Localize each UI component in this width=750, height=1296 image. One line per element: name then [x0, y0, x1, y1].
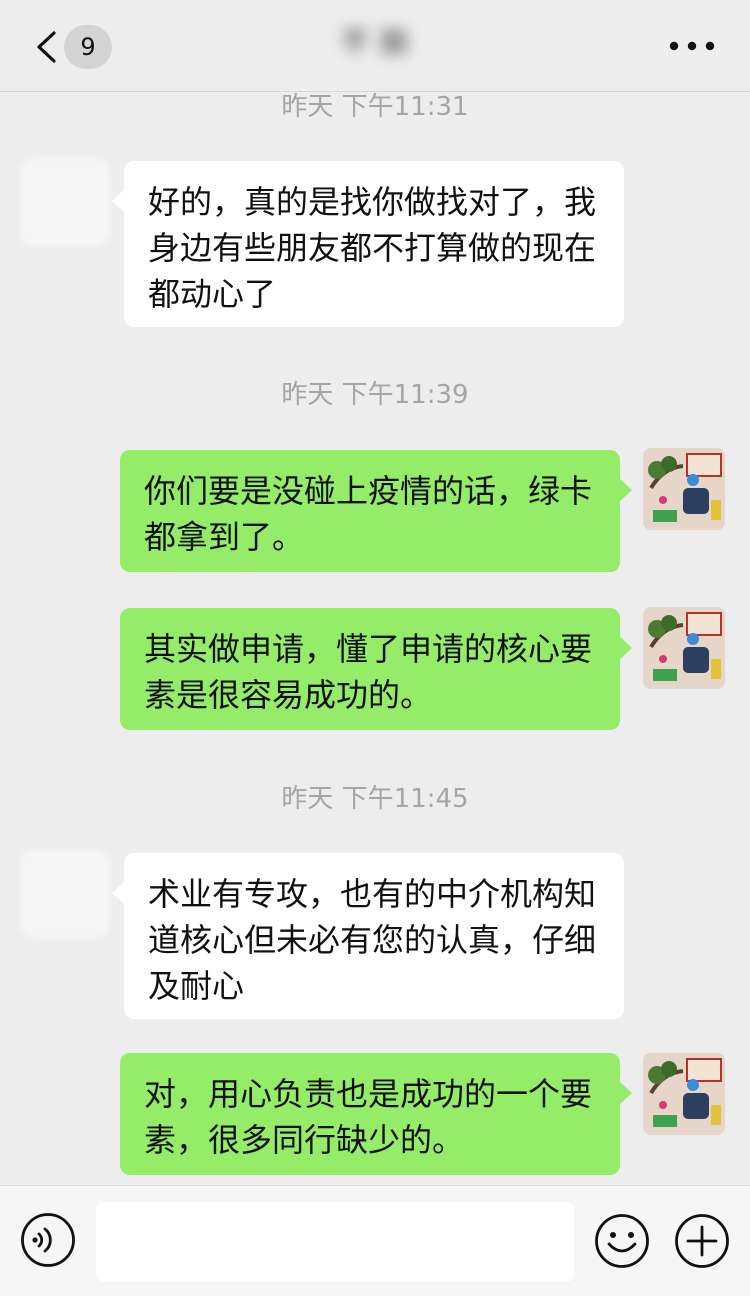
avatar-photo-icon: [643, 1053, 725, 1135]
contact-avatar[interactable]: [24, 161, 106, 243]
voice-button[interactable]: [20, 1212, 76, 1268]
my-avatar[interactable]: [643, 448, 725, 530]
chat-title: 芊 酿: [340, 26, 410, 61]
avatar-photo-icon: [643, 607, 725, 689]
emoji-icon: [595, 1214, 649, 1268]
contact-avatar[interactable]: [24, 853, 106, 935]
emoji-button[interactable]: [594, 1213, 650, 1269]
message-bubble-outgoing[interactable]: 对，用心负责也是成功的一个要素，很多同行缺少的。: [120, 1053, 632, 1175]
message-bubble-outgoing[interactable]: 其实做申请，懂了申请的核心要素是很容易成功的。: [120, 608, 632, 730]
timestamp: 昨天 下午11:31: [281, 92, 469, 122]
plus-button[interactable]: [674, 1213, 730, 1269]
my-avatar[interactable]: [643, 607, 725, 689]
message-bubble-outgoing[interactable]: 你们要是没碰上疫情的话，绿卡都拿到了。: [120, 450, 632, 572]
more-button[interactable]: [662, 28, 722, 64]
message-bubble-incoming[interactable]: 好的，真的是找你做找对了，我身边有些朋友都不打算做的现在都动心了: [112, 161, 624, 327]
my-avatar[interactable]: [643, 1053, 725, 1135]
message-bubble-incoming[interactable]: 术业有专攻，也有的中介机构知道核心但未必有您的认真，仔细及耐心: [112, 853, 624, 1019]
more-dots-icon: [669, 41, 715, 51]
plus-icon: [675, 1214, 729, 1268]
message-input[interactable]: [96, 1202, 574, 1282]
timestamp: 昨天 下午11:39: [281, 380, 469, 410]
voice-icon: [21, 1213, 75, 1267]
chat-header: 9 芊 酿: [0, 0, 750, 92]
input-bar: [0, 1185, 750, 1296]
avatar-photo-icon: [643, 448, 725, 530]
timestamp: 昨天 下午11:45: [281, 784, 469, 814]
